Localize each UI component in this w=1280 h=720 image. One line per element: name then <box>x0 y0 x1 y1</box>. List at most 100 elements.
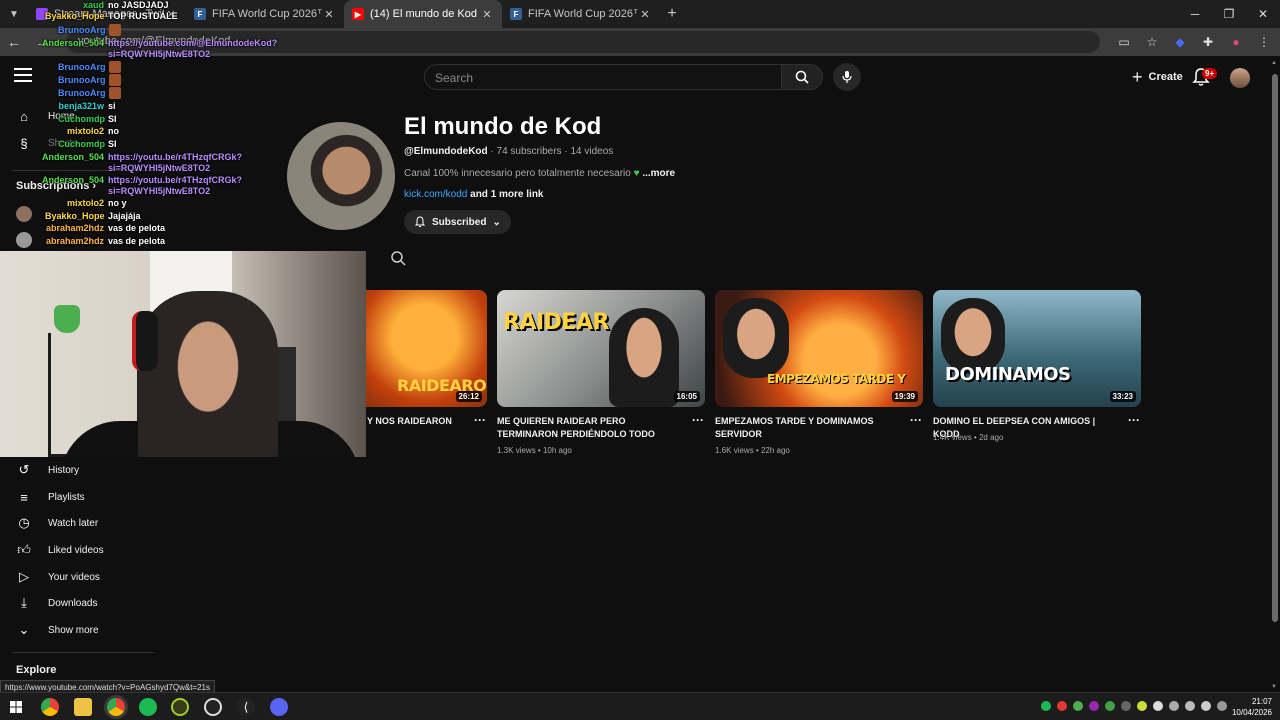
back-icon[interactable]: ← <box>0 34 28 50</box>
subscription-avatar[interactable] <box>16 232 32 248</box>
close-icon[interactable]: ✕ <box>322 8 336 21</box>
sidebar-item-label: Show more <box>48 624 99 636</box>
search-input[interactable]: Search <box>424 64 782 90</box>
app-icon[interactable] <box>171 698 189 716</box>
new-tab-button[interactable]: + <box>660 5 684 23</box>
extension-shield-icon[interactable]: ◆ <box>1170 32 1190 52</box>
channel-search-icon[interactable] <box>390 250 406 266</box>
tray-icon[interactable] <box>1057 701 1067 711</box>
chrome-active-icon[interactable] <box>107 698 125 716</box>
sidebar-item-history[interactable]: ↺ History <box>16 462 80 478</box>
network-icon[interactable] <box>1185 701 1195 711</box>
chat-text: TOP RUSTDALE <box>108 11 178 21</box>
sidebar-item-liked-videos[interactable]: 👍︎ Liked videos <box>16 542 103 558</box>
channel-description[interactable]: Canal 100% innecesario pero totalmente n… <box>404 168 675 179</box>
app-icon[interactable]: ⟨ <box>237 698 255 716</box>
video-thumbnail[interactable]: EMPEZAMOS TARDE Y 19:39 <box>715 290 923 407</box>
menu-icon[interactable] <box>14 68 32 86</box>
more-options-icon[interactable]: ··· <box>1127 414 1141 426</box>
video-title[interactable]: ME QUIEREN RAIDEAR PERO TERMINARON PERDI… <box>497 415 677 441</box>
video-card[interactable]: RAIDEAR 16:05 ME QUIEREN RAIDEAR PERO TE… <box>497 290 705 455</box>
chat-emote <box>109 87 121 99</box>
clock-time: 21:07 <box>1251 697 1272 706</box>
sidebar-item-playlists[interactable]: ≡ Playlists <box>16 489 84 505</box>
tray-icon[interactable] <box>1089 701 1099 711</box>
chat-username: Byakko_Hope <box>45 211 105 221</box>
chat-text: no y <box>108 198 127 208</box>
chat-message: Byakko_Hope Jajajája <box>45 211 141 221</box>
create-button[interactable]: + Create <box>1120 63 1195 91</box>
file-explorer-icon[interactable] <box>74 698 92 716</box>
search-button[interactable] <box>781 64 823 90</box>
scroll-down-icon[interactable]: ▼ <box>1271 684 1277 690</box>
tray-icon[interactable] <box>1137 701 1147 711</box>
tray-spotify-icon[interactable] <box>1041 701 1051 711</box>
close-icon[interactable]: ✕ <box>638 8 652 21</box>
sidebar-item-your-videos[interactable]: ▷ Your videos <box>16 569 100 585</box>
bookmark-star-icon[interactable]: ☆ <box>1142 32 1162 52</box>
browser-tab[interactable]: F FIFA World Cup 2026™ ✕ <box>502 0 660 28</box>
video-thumbnail[interactable]: DOMINAMOS 33:23 <box>933 290 1141 407</box>
minimize-icon[interactable]: ─ <box>1178 0 1212 28</box>
chrome-icon[interactable] <box>41 698 59 716</box>
close-icon[interactable]: ✕ <box>480 8 494 21</box>
extensions-icon[interactable]: ✚ <box>1198 32 1218 52</box>
browser-tab[interactable]: F FIFA World Cup 2026™ Bracket ✕ <box>186 0 344 28</box>
video-card[interactable]: DOMINAMOS 33:23 DOMINO EL DEEPSEA CON AM… <box>933 290 1141 442</box>
more-options-icon[interactable]: ··· <box>691 414 705 426</box>
voice-search-button[interactable] <box>833 63 861 91</box>
video-title[interactable]: EMPEZAMOS TARDE Y DOMINAMOS SERVIDOR <box>715 415 895 441</box>
your-videos-icon: ▷ <box>19 569 29 584</box>
subscription-avatar[interactable] <box>16 206 32 222</box>
channel-link[interactable]: kick.com/kodd <box>404 189 467 200</box>
profile-icon[interactable]: ● <box>1226 32 1246 52</box>
youtube-masthead: Search + Create <box>0 56 1270 98</box>
windows-start-icon[interactable] <box>10 701 22 713</box>
more-links[interactable]: and 1 more link <box>470 189 543 200</box>
account-avatar[interactable] <box>1230 68 1250 88</box>
tab-title: FIFA World Cup 2026™ Bracket <box>212 8 322 20</box>
tray-icon[interactable] <box>1153 701 1163 711</box>
shorts-icon: § <box>20 135 28 151</box>
youtube-icon: ▶ <box>352 8 364 20</box>
scrollbar-thumb[interactable] <box>1272 74 1278 622</box>
browser-tab-active[interactable]: ▶ (14) El mundo de Kod - YouTube ✕ <box>344 0 502 28</box>
volume-icon[interactable] <box>1201 701 1211 711</box>
tray-icon[interactable] <box>1073 701 1083 711</box>
scroll-up-icon[interactable]: ▲ <box>1271 60 1277 66</box>
cast-icon[interactable]: ▭ <box>1114 32 1134 52</box>
discord-icon[interactable] <box>270 698 288 716</box>
thumbnail-text: RAIDEAR <box>503 310 609 335</box>
subscribed-button[interactable]: Subscribed ⌄ <box>404 210 511 234</box>
menu-dots-icon[interactable]: ⋮ <box>1254 32 1274 52</box>
page-scrollbar[interactable]: ▲ ▼ <box>1270 56 1280 696</box>
toolbar-icons: ▭ ☆ ◆ ✚ ● ⋮ <box>1114 32 1274 52</box>
video-meta: 1.3K views • 10h ago <box>497 446 572 455</box>
spotify-icon[interactable] <box>139 698 157 716</box>
sidebar-item-downloads[interactable]: ⤓ Downloads <box>16 595 97 611</box>
chat-link[interactable]: https://youtu.be/r4THzqfCRGk?si=RQWYHI5j… <box>108 152 242 174</box>
video-thumbnail[interactable]: RAIDEAR 16:05 <box>497 290 705 407</box>
sidebar-item-show-more[interactable]: ⌄ Show more <box>16 622 99 638</box>
video-card[interactable]: EMPEZAMOS TARDE Y 19:39 EMPEZAMOS TARDE … <box>715 290 923 455</box>
description-more[interactable]: ...more <box>642 168 675 179</box>
more-options-icon[interactable]: ··· <box>473 414 487 426</box>
description-text: Canal 100% innecesario pero totalmente n… <box>404 168 631 179</box>
tab-search-button[interactable]: ▼ <box>0 0 28 28</box>
obs-icon[interactable] <box>204 698 222 716</box>
sidebar-item-watch-later[interactable]: ◷ Watch later <box>16 515 98 531</box>
chat-link[interactable]: https://youtube.com/@ElmundodeKod?si=RQW… <box>108 38 277 60</box>
tray-icon[interactable] <box>1121 701 1131 711</box>
sidebar-item-label: Watch later <box>48 517 99 529</box>
chat-username: Cuchomdp <box>58 114 105 124</box>
close-window-icon[interactable]: ✕ <box>1246 0 1280 28</box>
chat-message: benja321w si <box>58 101 115 111</box>
tray-icon[interactable] <box>1169 701 1179 711</box>
restore-icon[interactable]: ❐ <box>1212 0 1246 28</box>
more-options-icon[interactable]: ··· <box>909 414 923 426</box>
tray-icon[interactable] <box>1105 701 1115 711</box>
tray-icon[interactable] <box>1217 701 1227 711</box>
clock-date: 10/04/2026 <box>1231 708 1272 717</box>
system-clock[interactable]: 21:07 10/04/2026 <box>1232 696 1272 718</box>
chat-link[interactable]: https://youtu.be/r4THzqfCRGk?si=RQWYHI5j… <box>108 175 242 197</box>
